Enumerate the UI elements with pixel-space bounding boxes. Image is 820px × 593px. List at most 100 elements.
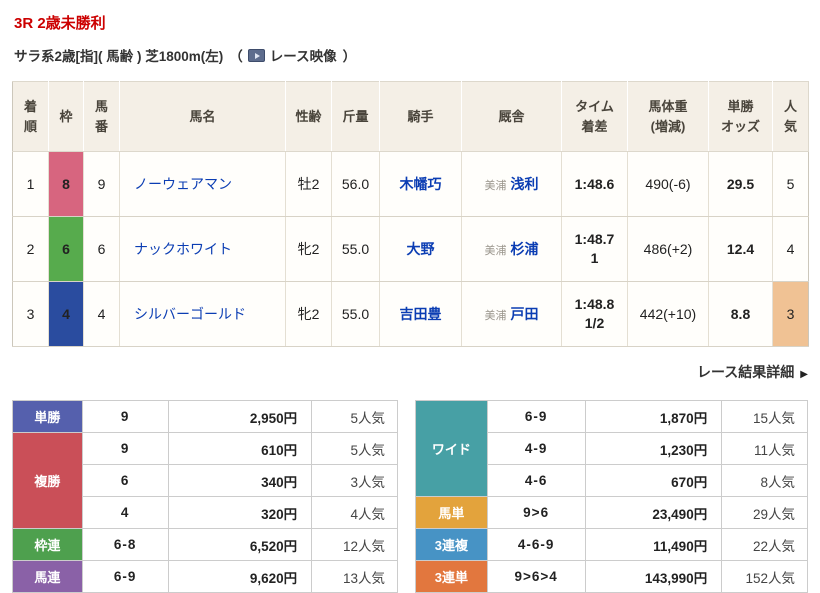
payout-popularity: 5人気 xyxy=(311,432,398,465)
col-horse-name: 馬名 xyxy=(119,81,286,152)
payout-type-win: 単勝 xyxy=(12,400,83,433)
paren-close: ） xyxy=(342,49,357,64)
win-odds: 8.8 xyxy=(708,281,773,347)
stable-cell: 美浦 杉浦 xyxy=(461,216,562,282)
chevron-right-icon: ▶ xyxy=(800,369,808,380)
jockey-link[interactable]: 大野 xyxy=(407,241,435,257)
payout-popularity: 3人気 xyxy=(311,464,398,497)
sex-age: 牝2 xyxy=(285,281,332,347)
horse-number: 9 xyxy=(83,151,120,217)
payout-amount: 2,950円 xyxy=(167,400,313,433)
jockey-link[interactable]: 木幡巧 xyxy=(400,176,442,192)
payout-row: 単勝 9 2,950円 5人気 xyxy=(12,400,398,433)
payout-table-right: ワイド 6-9 1,870円 15人気 4-9 1,230円 11人気 4-6 … xyxy=(415,400,808,593)
horse-weight: 442(+10) xyxy=(627,281,709,347)
horse-name-cell: シルバーゴールド xyxy=(119,281,286,347)
payout-amount: 11,490円 xyxy=(584,528,723,561)
paren-open: （ xyxy=(229,49,243,64)
sex-age: 牡2 xyxy=(285,151,332,217)
payout-type-quinella: 馬連 xyxy=(12,560,83,593)
time-cell: 1:48.8 1/2 xyxy=(561,281,628,347)
payout-combo: 6 xyxy=(81,464,169,497)
popularity-highlighted: 3 xyxy=(772,281,809,347)
horse-number: 6 xyxy=(83,216,120,282)
finish-position: 2 xyxy=(12,216,49,282)
stable-cell: 美浦 戸田 xyxy=(461,281,562,347)
payout-amount: 670円 xyxy=(584,464,723,497)
popularity: 4 xyxy=(772,216,809,282)
jockey-cell: 吉田豊 xyxy=(379,281,462,347)
trainer-link[interactable]: 浅利 xyxy=(511,176,539,192)
payout-popularity: 22人気 xyxy=(721,528,808,561)
table-row: 1 8 9 ノーウェアマン 牡2 56.0 木幡巧 美浦 浅利 1:48.6 49… xyxy=(12,151,809,217)
time-cell: 1:48.7 1 xyxy=(561,216,628,282)
col-horse-weight: 馬体重 (増減) xyxy=(627,81,709,152)
margin: 1/2 xyxy=(584,315,605,331)
race-video-label: レース映像 xyxy=(269,49,337,64)
payout-row: ワイド 6-9 1,870円 15人気 xyxy=(415,400,808,497)
horse-number: 4 xyxy=(83,281,120,347)
col-bracket: 枠 xyxy=(48,81,84,152)
bracket-badge: 8 xyxy=(48,151,84,217)
payout-amount: 143,990円 xyxy=(584,560,723,593)
payout-combo: 6-9 xyxy=(486,400,586,433)
horse-name-link[interactable]: ナックホワイト xyxy=(134,241,232,257)
horse-weight: 486(+2) xyxy=(627,216,709,282)
time-cell: 1:48.6 xyxy=(561,151,628,217)
race-conditions: サラ系2歳[指]( 馬齢 ) 芝1800m(左) （ レース映像 ） xyxy=(14,45,806,65)
payout-row: 馬連 6-9 9,620円 13人気 xyxy=(12,560,398,593)
payout-row: 枠連 6-8 6,520円 12人気 xyxy=(12,528,398,561)
col-sex-age: 性齢 xyxy=(285,81,332,152)
payout-amount: 610円 xyxy=(167,432,313,465)
trainer-link[interactable]: 戸田 xyxy=(511,306,539,322)
carried-weight: 56.0 xyxy=(331,151,380,217)
payout-popularity: 152人気 xyxy=(721,560,808,593)
payout-popularity: 4人気 xyxy=(311,496,398,529)
race-result-detail-link[interactable]: レース結果詳細 ▶ xyxy=(697,364,808,380)
result-link-row: レース結果詳細 ▶ xyxy=(12,362,808,382)
race-result-detail-label: レース結果詳細 xyxy=(696,364,795,380)
payout-popularity: 12人気 xyxy=(311,528,398,561)
finish-time: 1:48.6 xyxy=(574,175,615,192)
margin: 1 xyxy=(590,250,599,266)
horse-name-cell: ナックホワイト xyxy=(119,216,286,282)
trainer-link[interactable]: 杉浦 xyxy=(511,241,539,257)
payout-popularity: 13人気 xyxy=(311,560,398,593)
payout-popularity: 8人気 xyxy=(721,464,808,497)
payout-row: 馬単 9>6 23,490円 29人気 xyxy=(415,496,808,529)
payout-type-bracket-quinella: 枠連 xyxy=(12,528,83,561)
race-video-link[interactable]: レース映像 xyxy=(243,45,337,65)
race-title: 3R 2歳未勝利 xyxy=(14,15,106,32)
payout-amount: 9,620円 xyxy=(167,560,313,593)
carried-weight: 55.0 xyxy=(331,281,380,347)
table-row: 3 4 4 シルバーゴールド 牝2 55.0 吉田豊 美浦 戸田 1:48.8 1/… xyxy=(12,281,809,347)
payout-type-trifecta: 3連単 xyxy=(415,560,488,593)
payout-combo: 6-8 xyxy=(81,528,169,561)
payout-row: 3連複 4-6-9 11,490円 22人気 xyxy=(415,528,808,561)
col-time-margin: タイム 着差 xyxy=(561,81,628,152)
horse-name-link[interactable]: シルバーゴールド xyxy=(134,306,246,322)
payout-row: 3連単 9>6>4 143,990円 152人気 xyxy=(415,560,808,593)
jockey-cell: 大野 xyxy=(379,216,462,282)
win-odds: 29.5 xyxy=(708,151,773,217)
horse-name-link[interactable]: ノーウェアマン xyxy=(134,176,232,192)
payout-type-exacta: 馬単 xyxy=(415,496,488,529)
stable-location: 美浦 xyxy=(484,310,507,322)
payout-popularity: 11人気 xyxy=(721,432,808,465)
payout-combo: 9 xyxy=(81,400,169,433)
payout-popularity: 15人気 xyxy=(721,400,808,433)
payout-popularity: 29人気 xyxy=(721,496,808,529)
payout-combo: 9>6>4 xyxy=(486,560,586,593)
results-header-row: 着 順 枠 馬 番 馬名 性齢 斤量 騎手 厩舎 タイム 着差 馬体重 (増減)… xyxy=(12,81,809,152)
jockey-link[interactable]: 吉田豊 xyxy=(400,306,442,322)
payout-type-place: 複勝 xyxy=(12,432,83,529)
col-win-odds: 単勝 オッズ xyxy=(708,81,773,152)
finish-position: 1 xyxy=(12,151,49,217)
win-odds: 12.4 xyxy=(708,216,773,282)
sex-age: 牝2 xyxy=(285,216,332,282)
payout-combo: 4-6 xyxy=(486,464,586,497)
payout-popularity: 5人気 xyxy=(311,400,398,433)
payout-combo: 4-9 xyxy=(486,432,586,465)
stable-cell: 美浦 浅利 xyxy=(461,151,562,217)
payout-amount: 1,870円 xyxy=(584,400,723,433)
